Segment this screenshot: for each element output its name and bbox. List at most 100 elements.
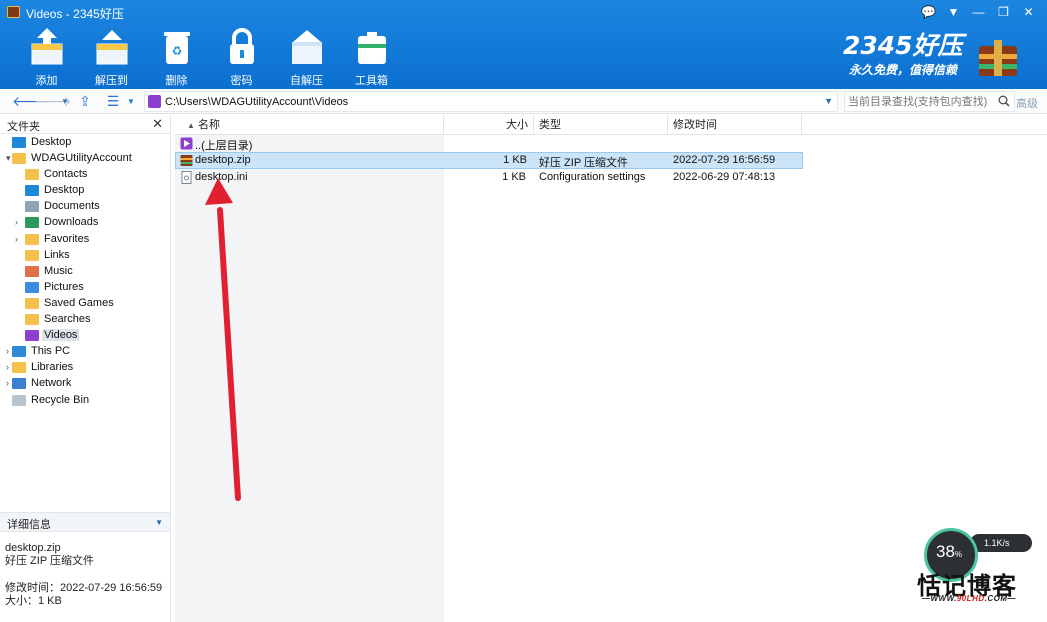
details-file-name: desktop.zip [5, 542, 61, 554]
folder-icon [12, 378, 26, 390]
name-column-shade [175, 115, 444, 622]
folder-tree-label: Videos [42, 329, 80, 342]
folder-tree-label: Links [44, 248, 70, 261]
main-toolbar: 添加 解压到 ♻ 删除 密码 自解压 工具箱 [14, 26, 404, 87]
expand-arrow-icon[interactable]: › [15, 234, 24, 244]
app-header: Videos - 2345好压 💬 ▼ — ❐ ✕ 添加 解压到 ♻ 删除 密码… [0, 0, 1047, 89]
file-row-selected[interactable]: desktop.zip 1 KB 好压 ZIP 压缩文件 2022-07-29 … [175, 152, 803, 169]
maximize-button[interactable]: ❐ [991, 3, 1016, 21]
column-header-modified[interactable]: 修改时间 [668, 115, 802, 135]
folder-icon [12, 137, 26, 148]
details-header[interactable]: 详细信息 ▼ [0, 512, 170, 532]
details-modified: 修改时间：2022-07-29 16:56:59 [5, 582, 163, 594]
folder-tree-item[interactable]: Desktop [0, 135, 170, 151]
folder-tree-item[interactable]: Searches [0, 312, 170, 328]
delete-button[interactable]: ♻ 删除 [144, 26, 209, 87]
column-header-size[interactable]: 大小 [444, 115, 534, 135]
folder-icon [25, 185, 39, 197]
delete-icon: ♻ [163, 32, 190, 64]
folder-tree-item[interactable]: Contacts [0, 167, 170, 183]
search-icon[interactable] [998, 95, 1010, 107]
up-folder-icon [180, 137, 193, 150]
details-file-type: 好压 ZIP 压缩文件 [5, 555, 95, 567]
folder-tree-label: Music [44, 264, 73, 277]
extract-to-button[interactable]: 解压到 [79, 26, 144, 87]
chevron-down-icon[interactable]: ▼ [155, 518, 163, 527]
folder-tree-label: Desktop [44, 184, 85, 197]
path-field[interactable]: C:\Users\WDAGUtilityAccount\Videos ▼ [144, 91, 838, 112]
details-body: desktop.zip 好压 ZIP 压缩文件 修改时间：2022-07-29 … [5, 542, 162, 608]
folder-tree-item[interactable]: Documents [0, 199, 170, 215]
search-field [844, 91, 1015, 112]
add-archive-icon [31, 28, 62, 65]
folder-icon [25, 169, 39, 181]
folder-tree-label: WDAGUtilityAccount [31, 152, 132, 165]
file-row[interactable]: desktop.ini 1 KB Configuration settings … [175, 169, 803, 186]
zip-archive-icon [180, 155, 193, 166]
folder-icon [25, 217, 39, 229]
menu-button[interactable]: ▼ [941, 3, 966, 21]
videos-folder-icon [148, 95, 161, 108]
toolbox-button[interactable]: 工具箱 [339, 26, 404, 87]
app-icon [7, 6, 20, 18]
folder-tree-item[interactable]: Links [0, 248, 170, 264]
close-button[interactable]: ✕ [1016, 3, 1041, 21]
folder-tree-item[interactable]: ▾ WDAGUtilityAccount [0, 151, 170, 167]
path-dropdown-icon[interactable]: ▼ [824, 96, 833, 106]
folders-panel-header: 文件夹 ✕ [0, 115, 170, 134]
watermark-url: —WWW.90LHD.COM— [922, 594, 1017, 603]
feedback-button[interactable]: 💬 [916, 3, 941, 21]
toolbox-icon [357, 32, 386, 64]
view-list-icon[interactable]: ☰ [102, 92, 124, 111]
minimize-button[interactable]: — [966, 3, 991, 21]
details-title: 详细信息 [7, 519, 51, 531]
window-controls: 💬 ▼ — ❐ ✕ [916, 3, 1041, 21]
add-button[interactable]: 添加 [14, 26, 79, 87]
brand-archive-icon [979, 40, 1017, 76]
folder-tree-label: Network [31, 377, 72, 390]
forward-arrow-icon[interactable]: 🡒 [34, 92, 72, 111]
folder-icon [25, 201, 39, 213]
view-dropdown-icon[interactable]: ▼ [124, 92, 138, 111]
folder-tree-item[interactable]: Music [0, 264, 170, 280]
up-folder-button-icon[interactable]: ⇪ [74, 92, 96, 111]
folder-icon [12, 153, 26, 165]
folder-icon [25, 314, 39, 326]
folder-tree-item[interactable]: Saved Games [0, 296, 170, 312]
back-arrow-icon[interactable]: 🡐 [12, 92, 50, 111]
folder-icon [12, 394, 26, 406]
history-dropdown-icon[interactable]: ▼ [58, 92, 72, 111]
column-header-name[interactable]: ▲ 名称 [175, 115, 444, 135]
lock-icon [229, 28, 254, 64]
file-row-parent[interactable]: ..(上层目录) [175, 135, 803, 152]
folder-tree-item[interactable]: › Network [0, 376, 170, 392]
folder-tree-item[interactable]: › Favorites [0, 232, 170, 248]
address-bar: 🡐 🡒 ▼ ⇪ ☰ ▼ C:\Users\WDAGUtilityAccount\… [0, 89, 1047, 114]
folder-tree-item[interactable]: › Libraries [0, 360, 170, 376]
self-extract-icon [291, 30, 322, 64]
folder-tree-item[interactable]: Pictures [0, 280, 170, 296]
folder-icon [25, 297, 39, 309]
close-icon[interactable]: ✕ [152, 116, 163, 132]
folder-tree-item[interactable]: Recycle Bin [0, 393, 170, 409]
folder-tree-item[interactable]: Videos [0, 328, 170, 344]
folder-icon [25, 249, 39, 261]
column-header-type[interactable]: 类型 [534, 115, 668, 135]
folder-tree-item[interactable]: › Downloads [0, 215, 170, 231]
folder-tree-item[interactable]: › This PC [0, 344, 170, 360]
network-speed: 1.1K/s [970, 534, 1032, 552]
folder-tree-label: Recycle Bin [31, 393, 90, 406]
folder-icon [12, 362, 26, 374]
folder-icon [25, 330, 39, 342]
self-extract-button[interactable]: 自解压 [274, 26, 339, 87]
expand-arrow-icon[interactable]: › [15, 217, 24, 227]
folder-tree-item[interactable]: Desktop [0, 183, 170, 199]
folders-panel-title: 文件夹 [7, 121, 40, 133]
advanced-search-button[interactable]: 高级 [1016, 95, 1038, 111]
folder-tree: Desktop ▾ WDAGUtilityAccount Contacts Deskto… [0, 135, 170, 409]
brand-slogan: 永久免费，值得信赖 [849, 63, 958, 77]
search-input[interactable] [848, 92, 996, 111]
cpu-percent: 38% [936, 542, 963, 561]
sort-up-icon: ▲ [187, 121, 195, 130]
password-button[interactable]: 密码 [209, 26, 274, 87]
